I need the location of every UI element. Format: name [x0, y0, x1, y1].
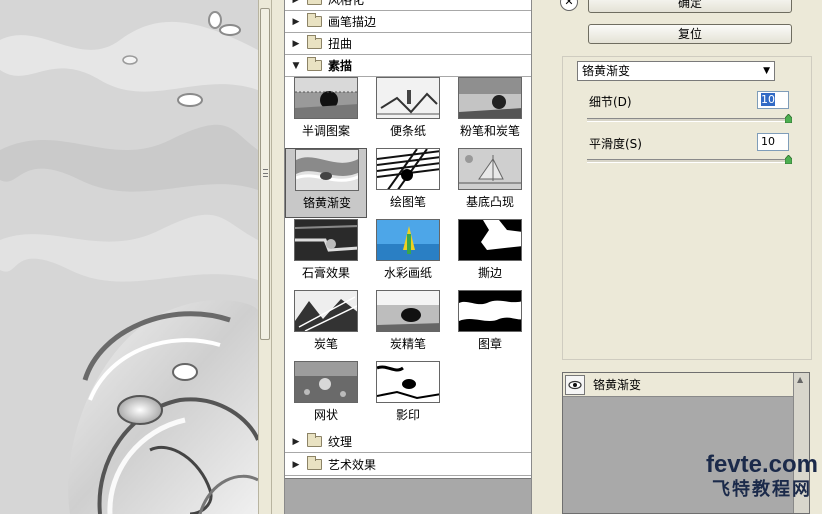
folder-icon — [307, 0, 322, 5]
filter-thumbnail — [376, 219, 440, 261]
filter-label: 网状 — [313, 408, 338, 422]
filter-thumbnail — [376, 290, 440, 332]
filter-thumbnail — [295, 149, 359, 191]
filter-chalk-charcoal[interactable]: 粉笔和炭笔 — [449, 77, 531, 147]
filter-thumbnail — [294, 219, 358, 261]
detail-input[interactable]: 10 — [757, 91, 789, 109]
category-brush-strokes[interactable]: ▶ 画笔描边 — [285, 11, 531, 33]
detail-slider-knob[interactable] — [785, 114, 792, 123]
filter-water-paper[interactable]: 水彩画纸 — [367, 219, 449, 289]
category-texture[interactable]: ▶ 纹理 — [285, 431, 531, 453]
chevron-right-icon: ▶ — [292, 38, 300, 49]
smoothness-value: 10 — [761, 135, 775, 148]
filter-thumbnail — [294, 290, 358, 332]
filter-options: 铬黄渐变 ▼ 细节(D) 10 平滑度(S) 10 — [562, 56, 812, 360]
filter-graphic-pen[interactable]: 绘图笔 — [367, 148, 449, 218]
filter-label: 绘图笔 — [389, 195, 426, 209]
filter-stamp[interactable]: 图章 — [449, 290, 531, 360]
filter-preview-canvas[interactable] — [0, 0, 258, 514]
filter-settings-panel: ✕ 确定 复位 铬黄渐变 ▼ 细节(D) 10 平滑度(S) 10 铬黄渐变 ▲ — [532, 0, 822, 514]
category-sketch[interactable]: ▼ 素描 — [285, 55, 531, 77]
filter-thumbnail — [376, 361, 440, 403]
category-label: 艺术效果 — [328, 458, 377, 472]
ok-button[interactable]: 确定 — [588, 0, 792, 13]
smoothness-slider-knob[interactable] — [785, 155, 792, 164]
chevron-right-icon: ▶ — [292, 16, 300, 27]
effect-layer-name: 铬黄渐变 — [593, 378, 642, 392]
filter-photocopy[interactable]: 影印 — [367, 361, 449, 431]
collapse-gallery-icon[interactable]: ✕ — [560, 0, 578, 11]
filter-bas-relief[interactable]: 基底凸现 — [449, 148, 531, 218]
category-label: 素描 — [328, 59, 353, 73]
filter-label: 影印 — [395, 408, 420, 422]
filter-conte-crayon[interactable]: 炭精笔 — [367, 290, 449, 360]
folder-icon — [307, 13, 322, 27]
filter-reticulation[interactable]: 网状 — [285, 361, 367, 431]
folder-icon — [307, 35, 322, 49]
filter-thumbnail — [376, 148, 440, 190]
preview-scrollbar[interactable] — [258, 0, 272, 514]
filter-select-value: 铬黄渐变 — [582, 64, 631, 78]
chevron-right-icon: ▶ — [292, 459, 300, 470]
filter-label: 基底凸现 — [465, 195, 514, 209]
gallery-empty-area — [285, 478, 531, 514]
category-label: 风格化 — [328, 0, 365, 7]
chrome-preview-image — [0, 0, 258, 514]
site-watermark: fevte.com 飞特教程网 — [658, 452, 818, 500]
category-stylize[interactable]: ▶ 风格化 — [285, 0, 531, 11]
category-distort[interactable]: ▶ 扭曲 — [285, 33, 531, 55]
filter-thumbnail — [458, 77, 522, 119]
category-label: 扭曲 — [328, 37, 353, 51]
filter-label: 半调图案 — [301, 124, 350, 138]
filter-label: 图章 — [477, 337, 502, 351]
filter-label: 铬黄渐变 — [302, 196, 351, 210]
filter-thumbnail — [458, 219, 522, 261]
detail-slider[interactable] — [587, 114, 792, 123]
folder-icon — [307, 456, 322, 470]
filter-label: 粉笔和炭笔 — [459, 124, 520, 138]
sketch-filter-grid: 半调图案 便条纸 粉笔和炭笔 铬黄渐变 绘图笔 基底凸现 石膏效果 水彩画纸 撕… — [285, 77, 531, 431]
category-artistic[interactable]: ▶ 艺术效果 — [285, 454, 531, 476]
smoothness-slider[interactable] — [587, 155, 792, 164]
chevron-down-icon: ▼ — [292, 60, 300, 71]
chevron-right-icon: ▶ — [292, 436, 300, 447]
chevron-right-icon: ▶ — [289, 0, 303, 5]
filter-thumbnail — [294, 361, 358, 403]
filter-plaster[interactable]: 石膏效果 — [285, 219, 367, 289]
filter-thumbnail — [458, 148, 522, 190]
filter-label: 炭笔 — [313, 337, 338, 351]
folder-icon — [307, 433, 322, 447]
chevron-down-icon: ▼ — [763, 66, 770, 76]
filter-halftone-pattern[interactable]: 半调图案 — [285, 77, 367, 147]
filter-label: 撕边 — [477, 266, 502, 280]
filter-label: 便条纸 — [389, 124, 426, 138]
filter-note-paper[interactable]: 便条纸 — [367, 77, 449, 147]
filter-thumbnail — [294, 77, 358, 119]
filter-chrome[interactable]: 铬黄渐变 — [285, 148, 367, 218]
filter-label: 石膏效果 — [301, 266, 350, 280]
category-label: 纹理 — [328, 435, 353, 449]
filter-thumbnail — [376, 77, 440, 119]
filter-label: 炭精笔 — [389, 337, 426, 351]
filter-select[interactable]: 铬黄渐变 ▼ — [577, 61, 775, 81]
folder-open-icon — [307, 57, 322, 71]
filter-charcoal[interactable]: 炭笔 — [285, 290, 367, 360]
category-label: 画笔描边 — [328, 15, 377, 29]
effect-layer-row[interactable]: 铬黄渐变 — [563, 373, 793, 397]
scroll-up-icon[interactable]: ▲ — [797, 375, 803, 384]
filter-thumbnail — [458, 290, 522, 332]
eye-icon[interactable] — [565, 374, 585, 395]
panel-divider — [272, 0, 284, 514]
filter-label: 水彩画纸 — [383, 266, 432, 280]
filter-gallery: ▶ 风格化 ▶ 画笔描边 ▶ 扭曲 ▼ 素描 半调图案 便条纸 — [284, 0, 532, 514]
smoothness-label: 平滑度(S) — [589, 137, 642, 151]
reset-button[interactable]: 复位 — [588, 24, 792, 44]
detail-label: 细节(D) — [589, 95, 632, 109]
watermark-domain: fevte.com — [705, 451, 818, 478]
preview-scrollbar-thumb[interactable] — [260, 8, 270, 340]
smoothness-input[interactable]: 10 — [757, 133, 789, 151]
detail-value: 10 — [761, 93, 775, 106]
watermark-site-name: 飞特教程网 — [712, 479, 812, 499]
filter-torn-edges[interactable]: 撕边 — [449, 219, 531, 289]
